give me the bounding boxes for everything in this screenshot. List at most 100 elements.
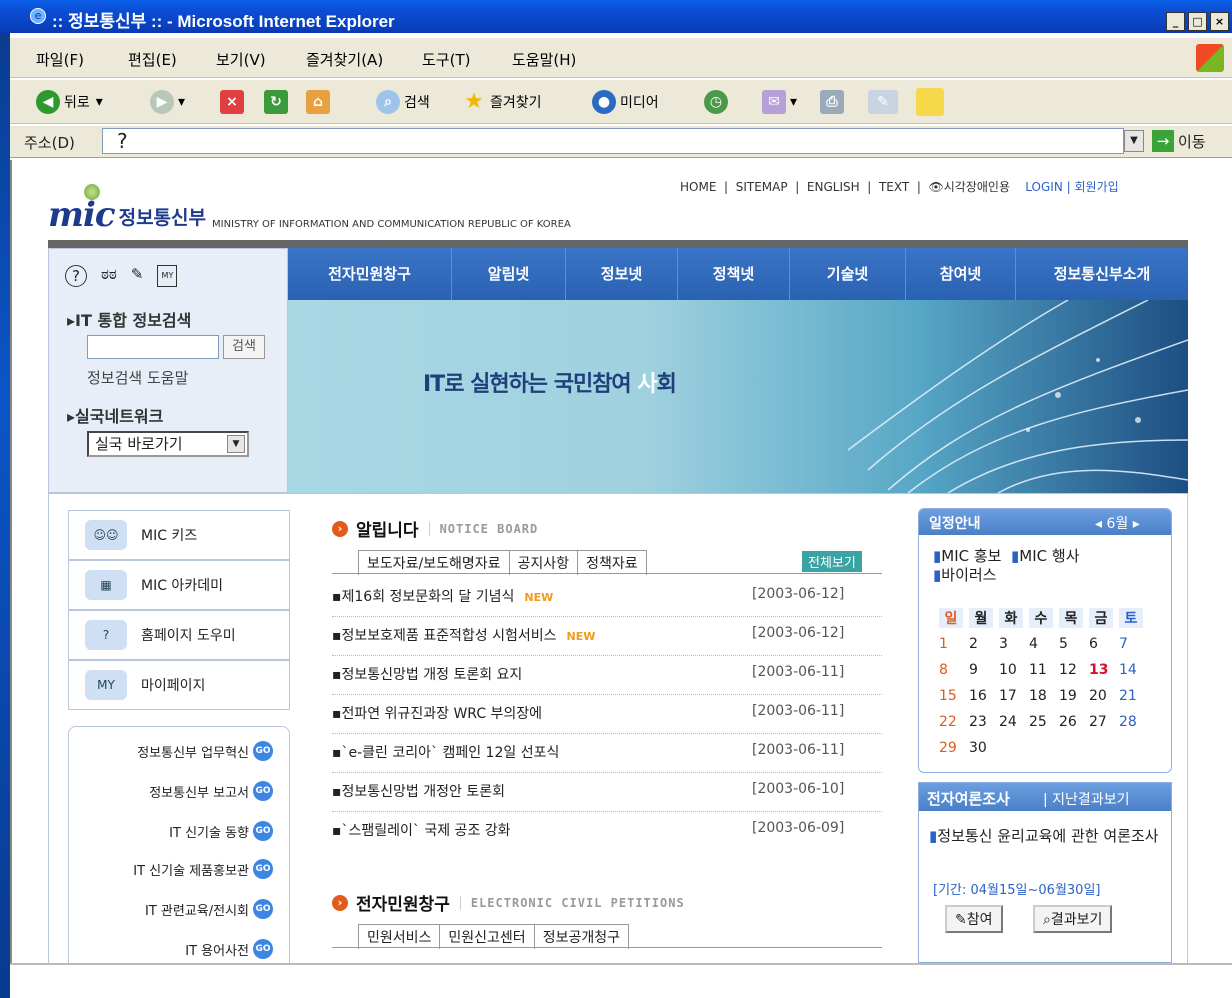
calendar-day[interactable]: 19 — [1059, 688, 1089, 704]
nav-tech-net[interactable]: 기술넷 — [790, 248, 906, 300]
address-dropdown-button[interactable]: ▼ — [1124, 130, 1144, 152]
english-link[interactable]: ENGLISH — [807, 180, 860, 194]
pen-icon[interactable]: ✎ — [131, 265, 144, 287]
calendar-day[interactable]: 11 — [1029, 662, 1059, 678]
home-link[interactable]: HOME — [680, 180, 716, 194]
my-page-icon[interactable]: MY — [157, 265, 178, 287]
nav-civil-service[interactable]: 전자민원창구 — [288, 248, 452, 300]
nav-info-net[interactable]: 정보넷 — [566, 248, 678, 300]
go-item-product-hall[interactable]: IT 신기술 제품홍보관 GO — [133, 859, 273, 879]
calendar-day[interactable]: 25 — [1029, 714, 1059, 730]
mail-button[interactable]: ✉ ▾ — [762, 88, 797, 116]
go-button[interactable]: → 이동 — [1152, 130, 1206, 152]
tab-press[interactable]: 보도자료/보도해명자료 — [358, 550, 510, 575]
calendar-day[interactable]: 27 — [1089, 714, 1119, 730]
refresh-button[interactable]: ↻ — [264, 88, 292, 116]
minimize-button[interactable]: _ — [1166, 12, 1185, 31]
news-item[interactable]: ▪정보통신망법 개정 토론회 요지 [2003-06-11] — [332, 656, 882, 695]
calendar-day[interactable]: 20 — [1089, 688, 1119, 704]
ie-app-icon[interactable]: e — [30, 8, 46, 24]
news-item[interactable]: ▪`스팸릴레이` 국제 공조 강화 [2003-06-09] — [332, 812, 882, 851]
calendar-day[interactable]: 15 — [939, 688, 969, 704]
mic-kids-button[interactable]: ☺☺ MIC 키즈 — [68, 510, 290, 560]
calendar-day[interactable]: 26 — [1059, 714, 1089, 730]
calendar-day[interactable]: 21 — [1119, 688, 1149, 704]
calendar-day[interactable]: 3 — [999, 636, 1029, 652]
tab-announcements[interactable]: 공지사항 — [508, 550, 579, 575]
poll-result-button[interactable]: ⌕결과보기 — [1033, 905, 1113, 933]
window-titlebar[interactable]: :: 정보통신부 :: - Microsoft Internet Explore… — [0, 0, 1232, 33]
news-item[interactable]: ▪제16회 정보문화의 달 기념식 NEW [2003-06-12] — [332, 578, 882, 617]
calendar-day[interactable]: 16 — [969, 688, 999, 704]
menu-view[interactable]: 보기(V) — [216, 49, 266, 70]
calendar-day[interactable]: 1 — [939, 636, 969, 652]
search-help-link[interactable]: 정보검색 도움말 — [87, 367, 188, 388]
nav-participation-net[interactable]: 참여넷 — [906, 248, 1016, 300]
address-input[interactable]: ? — [102, 128, 1124, 154]
print-button[interactable]: ⎙ — [820, 88, 848, 116]
go-item-education[interactable]: IT 관련교육/전시회 GO — [145, 899, 273, 919]
help-icon[interactable]: ? — [65, 265, 87, 287]
calendar-day[interactable]: 10 — [999, 662, 1029, 678]
calendar-day[interactable]: 4 — [1029, 636, 1059, 652]
news-item[interactable]: ▪정보통신망법 개정안 토론회 [2003-06-10] — [332, 773, 882, 812]
go-item-innovation[interactable]: 정보통신부 업무혁신 GO — [137, 741, 273, 761]
calendar-day[interactable]: 9 — [969, 662, 999, 678]
menu-tools[interactable]: 도구(T) — [422, 49, 470, 70]
calendar-day[interactable]: 29 — [939, 740, 969, 756]
poll-join-button[interactable]: ✎참여 — [945, 905, 1003, 933]
news-item[interactable]: ▪`e-클린 코리아` 캠페인 12일 선포식 [2003-06-11] — [332, 734, 882, 773]
news-item[interactable]: ▪전파연 위규진과장 WRC 부의장에 [2003-06-11] — [332, 695, 882, 734]
calendar-day[interactable]: 28 — [1119, 714, 1149, 730]
signup-link[interactable]: 회원가입 — [1075, 180, 1119, 194]
search-button[interactable]: ⌕ 검색 — [376, 88, 430, 116]
calendar-day[interactable]: 12 — [1059, 662, 1089, 678]
calendar-day[interactable]: 22 — [939, 714, 969, 730]
poll-question[interactable]: ▮정보통신 윤리교육에 관한 여론조사 — [929, 823, 1161, 849]
site-logo[interactable]: mic 정보통신부 MINISTRY OF INFORMATION AND CO… — [48, 190, 571, 232]
close-button[interactable]: × — [1210, 12, 1229, 31]
go-item-tech-trends[interactable]: IT 신기술 동향 GO — [169, 821, 273, 841]
calendar-day[interactable]: 30 — [969, 740, 999, 756]
calendar-day[interactable]: 2 — [969, 636, 999, 652]
maximize-button[interactable]: □ — [1188, 12, 1207, 31]
menu-help[interactable]: 도움말(H) — [512, 49, 576, 70]
family-icon[interactable]: ಠಠ — [101, 265, 117, 287]
view-all-button[interactable]: 전체보기 — [802, 551, 862, 572]
tab-info-disclosure[interactable]: 정보공개청구 — [533, 924, 629, 949]
news-item[interactable]: ▪정보보호제품 표준적합성 시험서비스 NEW [2003-06-12] — [332, 617, 882, 656]
calendar-day[interactable]: 5 — [1059, 636, 1089, 652]
menu-file[interactable]: 파일(F) — [36, 49, 84, 70]
calendar-day[interactable]: 18 — [1029, 688, 1059, 704]
stop-button[interactable]: × — [220, 88, 248, 116]
tab-civil-service[interactable]: 민원서비스 — [358, 924, 441, 949]
menu-favorites[interactable]: 즐겨찾기(A) — [306, 49, 383, 70]
nav-policy-net[interactable]: 정책넷 — [678, 248, 790, 300]
calendar-day[interactable]: 8 — [939, 662, 969, 678]
forward-button[interactable]: ▶ ▾ — [150, 88, 185, 116]
nav-about-ministry[interactable]: 정보통신부소개 — [1016, 248, 1188, 300]
calendar-day[interactable]: 6 — [1089, 636, 1119, 652]
sitemap-link[interactable]: SITEMAP — [736, 180, 788, 194]
home-button[interactable]: ⌂ — [306, 88, 334, 116]
back-button[interactable]: ◀ 뒤로 ▾ — [36, 88, 103, 116]
calendar-day[interactable]: 17 — [999, 688, 1029, 704]
messenger-button[interactable] — [916, 88, 948, 116]
media-button[interactable]: ● 미디어 — [592, 88, 659, 116]
poll-past-results-link[interactable]: | 지난결과보기 — [1043, 789, 1129, 809]
accessibility-link[interactable]: 👁시각장애인용 — [929, 180, 1010, 194]
calendar-day[interactable]: 24 — [999, 714, 1029, 730]
menu-edit[interactable]: 편집(E) — [128, 49, 177, 70]
favorites-button[interactable]: ★ 즐겨찾기 — [462, 88, 541, 116]
go-item-reports[interactable]: 정보통신부 보고서 GO — [149, 781, 273, 801]
calendar-month-nav[interactable]: ◂ 6월 ▸ — [1095, 513, 1140, 533]
homepage-helper-button[interactable]: ? 홈페이지 도우미 — [68, 610, 290, 660]
mic-academy-button[interactable]: ▦ MIC 아카데미 — [68, 560, 290, 610]
calendar-day[interactable]: 13 — [1089, 662, 1119, 678]
tab-report-center[interactable]: 민원신고센터 — [439, 924, 535, 949]
nav-notice-net[interactable]: 알림넷 — [452, 248, 566, 300]
tab-policy[interactable]: 정책자료 — [577, 550, 647, 575]
site-search-input[interactable] — [87, 335, 219, 359]
edit-button[interactable]: ✎ — [868, 88, 902, 116]
mypage-button[interactable]: MY 마이페이지 — [68, 660, 290, 710]
